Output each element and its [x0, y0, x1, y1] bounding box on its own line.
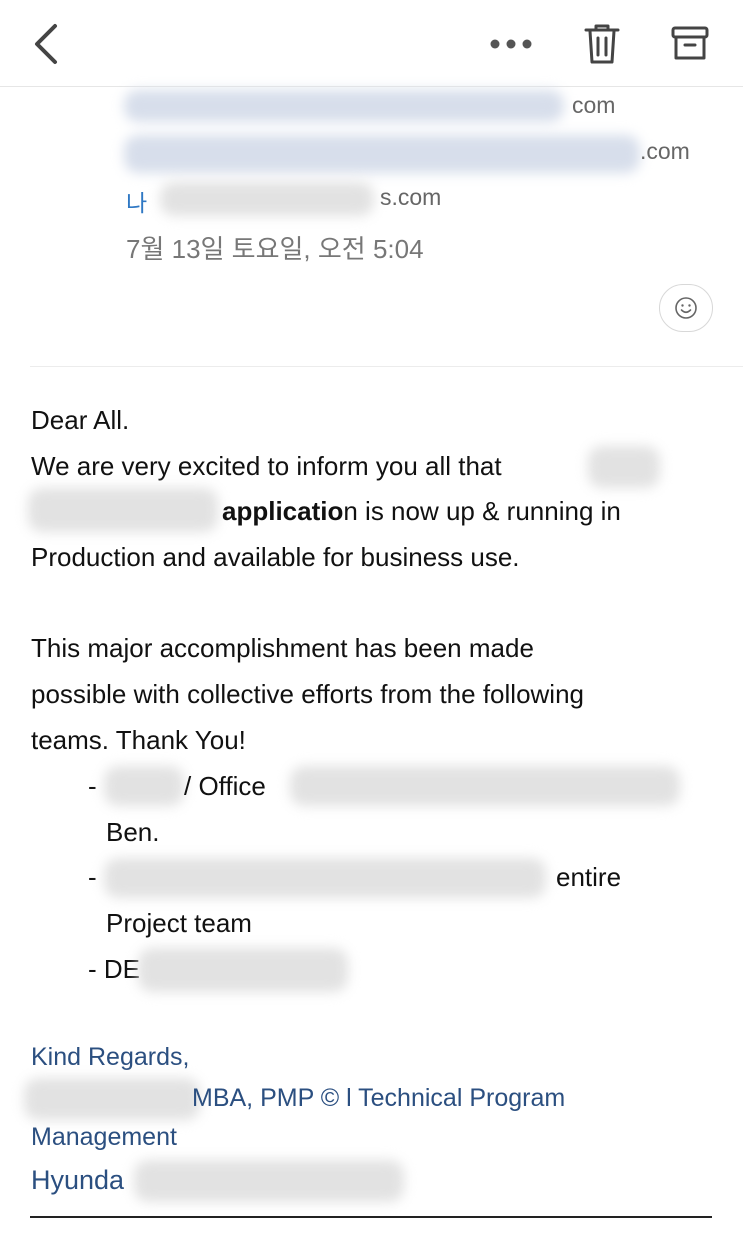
body-line-4: This major accomplishment has been made: [31, 633, 534, 663]
redacted-bullet-2-team: [104, 858, 546, 898]
chevron-left-icon[interactable]: [22, 18, 70, 70]
smiley-icon: [675, 297, 697, 319]
redacted-app-name-1: [588, 446, 660, 488]
top-toolbar: [0, 0, 743, 87]
emoji-reaction-button[interactable]: [659, 284, 713, 332]
bold-application: applicatio: [222, 496, 344, 526]
body-line-6: teams. Thank You!: [31, 725, 246, 755]
body-line-3: Production and available for business us…: [31, 542, 520, 572]
body-line-1: We are very excited to inform you all th…: [31, 451, 502, 481]
signature-title-2: Management: [31, 1123, 177, 1151]
me-label[interactable]: 나: [126, 184, 147, 218]
bullet-2-text: entire: [556, 862, 622, 892]
bullet-2-tail: Project team: [106, 908, 252, 938]
redacted-bullet-1-names: [290, 766, 680, 806]
redacted-recipient-1: [124, 90, 564, 122]
header-divider: [30, 366, 743, 367]
trash-icon[interactable]: [578, 18, 626, 70]
bullet-1-tail: Ben.: [106, 817, 160, 847]
redacted-signature-name: [24, 1078, 200, 1120]
more-horizontal-icon[interactable]: [482, 24, 540, 64]
recipient-1-suffix: com: [572, 92, 616, 118]
recipient-2-suffix: .com: [640, 138, 690, 164]
bullet-3-text: - DE: [88, 954, 140, 984]
signature-divider: [30, 1216, 712, 1218]
redacted-my-address: [160, 182, 374, 216]
redacted-signature-company: [134, 1160, 404, 1202]
body-line-2: application is now up & running in: [222, 496, 621, 526]
my-address-suffix: s.com: [380, 184, 442, 210]
redacted-bullet-3-team: [138, 948, 348, 992]
redacted-recipient-2: [124, 135, 640, 173]
body-line-2-rest: n is now up & running in: [343, 496, 621, 526]
signature-company: Hyunda: [31, 1165, 125, 1195]
bullet-1-dash: -: [88, 771, 97, 801]
redacted-bullet-1-team: [104, 766, 184, 806]
body-line-5: possible with collective efforts from th…: [31, 679, 584, 709]
signature-title: MBA, PMP © l Technical Program: [192, 1084, 566, 1112]
bullet-1-text: / Office: [184, 771, 266, 801]
message-date: 7월 13일 토요일, 오전 5:04: [126, 234, 424, 264]
signature-closing: Kind Regards,: [31, 1043, 190, 1071]
archive-icon[interactable]: [664, 18, 716, 70]
redacted-app-name-2: [28, 488, 218, 532]
greeting: Dear All.: [31, 405, 130, 435]
bullet-2-dash: -: [88, 862, 97, 892]
